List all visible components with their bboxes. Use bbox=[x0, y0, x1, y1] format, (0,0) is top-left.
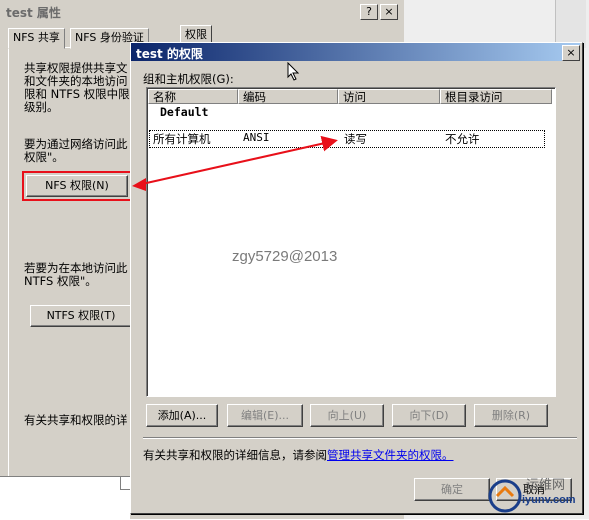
annotation-arrowhead-left bbox=[132, 178, 146, 191]
logo-chinese-text: 运维网 bbox=[526, 478, 566, 493]
logo-text: iyunv.com bbox=[522, 494, 576, 506]
watermark-text: zgy5729@2013 bbox=[232, 248, 338, 265]
annotation-arrow-line bbox=[141, 135, 338, 185]
mouse-cursor-icon bbox=[287, 62, 300, 81]
